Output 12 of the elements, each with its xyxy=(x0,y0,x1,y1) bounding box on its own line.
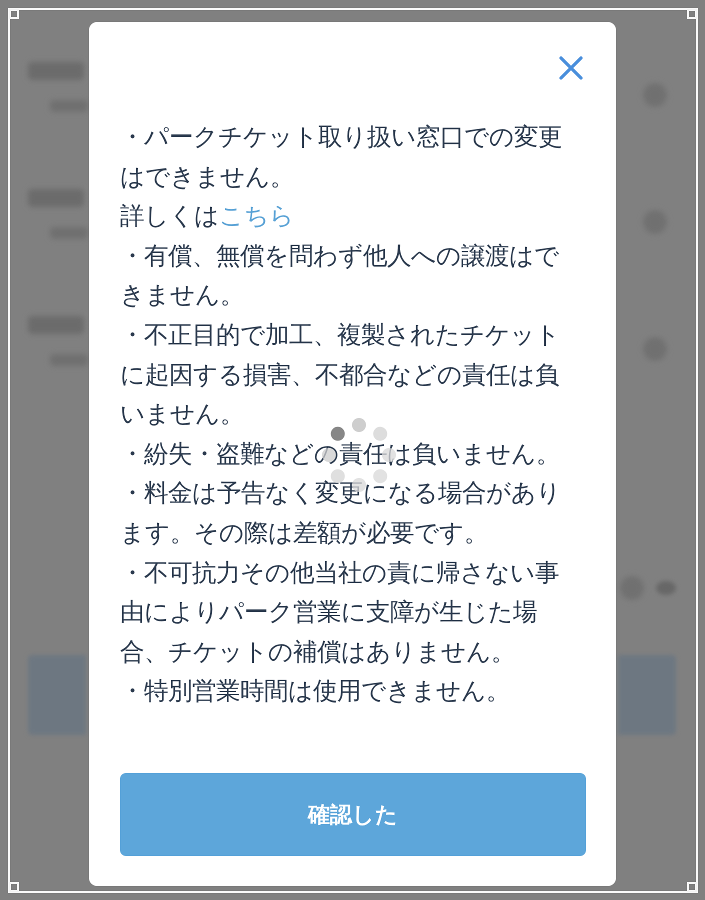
details-link[interactable]: こちら xyxy=(219,203,294,230)
blurred-icon-drawing xyxy=(656,581,676,595)
details-text: 詳しくは こちら xyxy=(120,202,295,232)
close-icon xyxy=(559,56,583,80)
notice-text: ・料金は予告なく変更になる場合があります。その際は差額が必要です。 xyxy=(120,479,562,549)
notice-text: ・特別営業時間は使用できません。 xyxy=(120,677,511,708)
notice-text: ・有償、無償を問わず他人への譲渡はできません。 xyxy=(120,242,560,312)
notice-text: ・不可抗力その他当社の責に帰さない事由によりパーク営業に支障が生じた場合、チケットの補償はありません。 xyxy=(120,558,560,668)
notice-text: ・紛失・盗難などの責任は負いません。 xyxy=(120,440,561,470)
confirm-button[interactable]: 確認した xyxy=(120,773,586,856)
notice-text: ・パークチケット取り扱い窓口での変更はできません。 xyxy=(120,123,563,193)
notice-text: ・不正目的で加工、複製されたチケットに起因する損害、不都合などの責任は負いません。 xyxy=(120,320,561,430)
